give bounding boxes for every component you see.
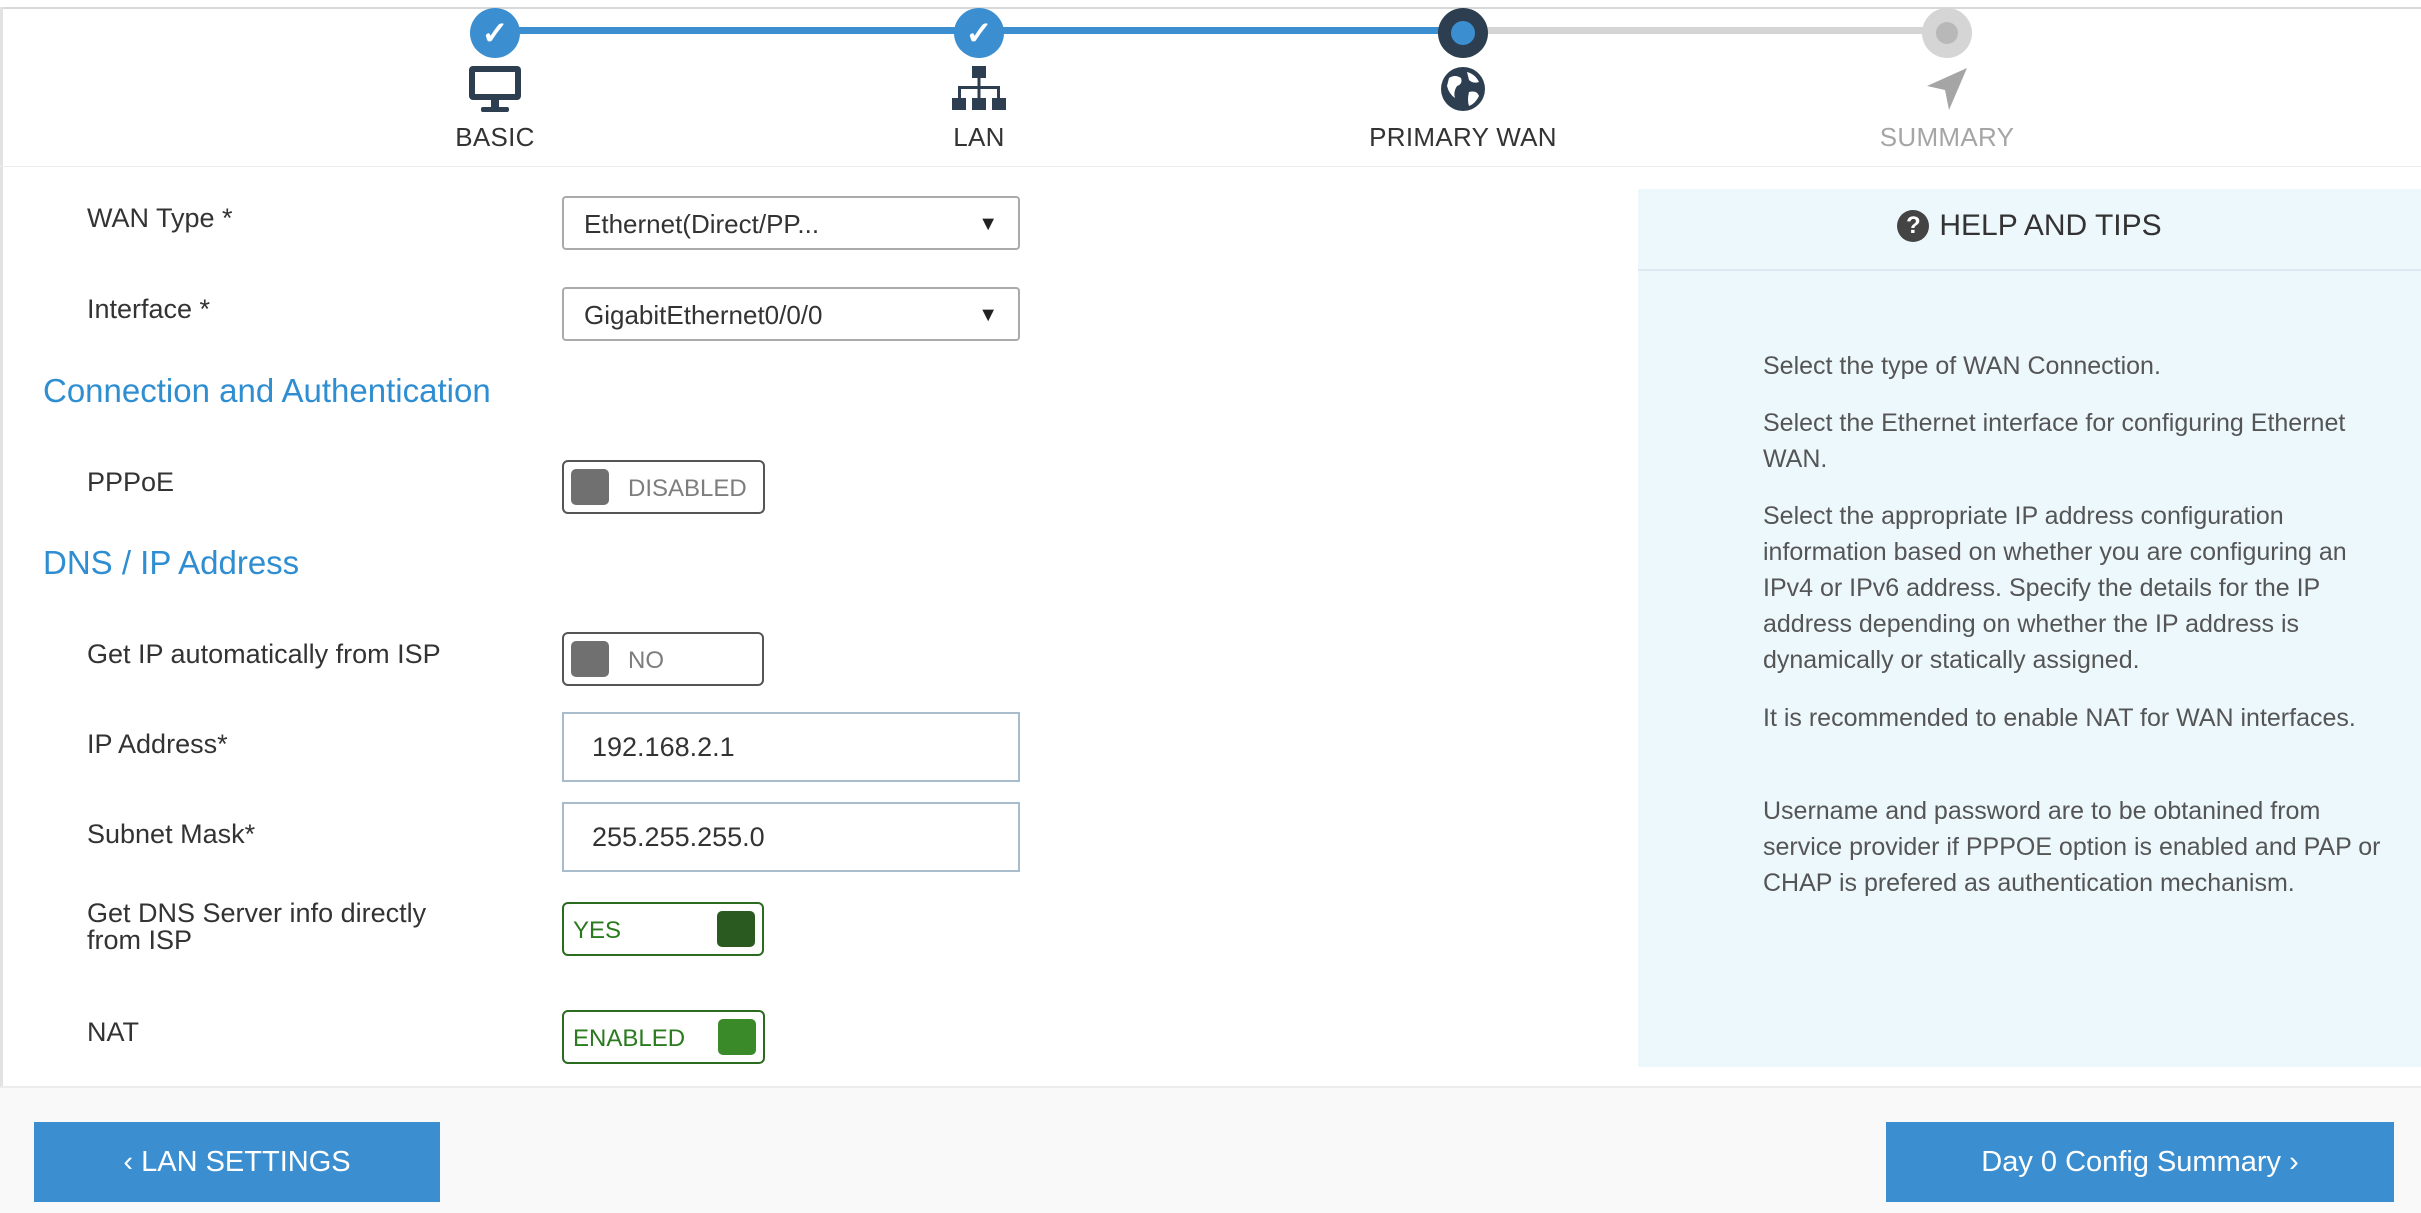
- toggle-knob: [571, 469, 609, 505]
- interface-value: GigabitEthernet0/0/0: [584, 300, 823, 330]
- stepper-divider: [0, 166, 2421, 167]
- network-icon: [952, 66, 1006, 110]
- day0-config-summary-button[interactable]: Day 0 Config Summary ›: [1886, 1122, 2394, 1202]
- toggle-knob: [718, 1019, 756, 1055]
- monitor-icon: [469, 66, 521, 112]
- nat-toggle-state: ENABLED: [573, 1025, 686, 1052]
- section-dns-ip-address: DNS / IP Address: [43, 544, 300, 581]
- nat-label: NAT: [87, 1017, 139, 1047]
- interface-label: Interface *: [87, 294, 211, 324]
- help-tip: Select the appropriate IP address config…: [1763, 502, 2347, 674]
- get-ip-auto-label: Get IP automatically from ISP: [87, 639, 441, 669]
- dropdown-arrow-icon: ▼: [978, 304, 998, 326]
- get-ip-auto-toggle-state: NO: [628, 647, 664, 674]
- wan-type-label: WAN Type *: [87, 203, 233, 233]
- question-circle-icon: ?: [1897, 210, 1930, 242]
- interface-select[interactable]: GigabitEthernet0/0/0 ▼: [562, 287, 1020, 341]
- dns-from-isp-label-line2: from ISP: [87, 925, 193, 955]
- help-title: HELP AND TIPS: [1939, 209, 2162, 242]
- subnet-mask-field-box: [562, 802, 1020, 872]
- dns-from-isp-label-line1: Get DNS Server info directly: [87, 898, 427, 928]
- step-summary[interactable]: SUMMARY: [1697, 0, 2197, 160]
- pppoe-label: PPPoE: [87, 467, 175, 497]
- ip-address-input[interactable]: [564, 714, 1018, 780]
- step-lan[interactable]: ✓ LAN: [729, 0, 1229, 160]
- help-tip: Select the type of WAN Connection.: [1763, 352, 2161, 380]
- left-border: [0, 7, 3, 1213]
- pppoe-toggle-state: DISABLED: [628, 475, 747, 502]
- step-done-check-icon: ✓: [470, 8, 520, 58]
- help-panel: ? HELP AND TIPS Select the type of WAN C…: [1638, 189, 2421, 1067]
- dns-from-isp-toggle-state: YES: [573, 917, 622, 944]
- wan-type-value: Ethernet(Direct/PP...: [584, 209, 820, 239]
- step-label-lan: LAN: [953, 122, 1005, 152]
- toggle-knob: [571, 641, 609, 677]
- toggle-knob: [717, 911, 755, 947]
- globe-icon: [1441, 67, 1485, 111]
- dns-from-isp-toggle[interactable]: YES: [562, 902, 764, 956]
- nat-toggle[interactable]: ENABLED: [562, 1010, 765, 1064]
- step-primary-wan[interactable]: PRIMARY WAN: [1213, 0, 1713, 160]
- help-tip: It is recommended to enable NAT for WAN …: [1763, 704, 2356, 732]
- wizard-stepper: ✓ BASIC ✓ LAN PRIMARY WAN SUMMARY: [0, 0, 2421, 168]
- dns-from-isp-label: Get DNS Server info directly from ISP: [87, 900, 426, 954]
- ip-address-label: IP Address*: [87, 729, 228, 759]
- step-active-indicator: [1438, 8, 1488, 58]
- pppoe-toggle[interactable]: DISABLED: [562, 460, 765, 514]
- navigation-arrow-icon: [1927, 68, 1967, 110]
- section-connection-authentication: Connection and Authentication: [43, 372, 491, 409]
- subnet-mask-label: Subnet Mask*: [87, 819, 256, 849]
- step-basic[interactable]: ✓ BASIC: [245, 0, 745, 160]
- step-label-summary: SUMMARY: [1879, 122, 2015, 152]
- ip-address-field-box: [562, 712, 1020, 782]
- step-pending-indicator: [1922, 8, 1972, 58]
- subnet-mask-input[interactable]: [564, 804, 1018, 870]
- help-tip: Select the Ethernet interface for config…: [1763, 409, 2346, 473]
- get-ip-auto-toggle[interactable]: NO: [562, 632, 764, 686]
- help-tip: Username and password are to be obtanine…: [1763, 797, 2381, 897]
- step-done-check-icon: ✓: [954, 8, 1004, 58]
- step-label-primary-wan: PRIMARY WAN: [1369, 122, 1557, 152]
- wan-type-select[interactable]: Ethernet(Direct/PP... ▼: [562, 196, 1020, 250]
- dropdown-arrow-icon: ▼: [978, 213, 998, 235]
- help-header: ? HELP AND TIPS: [1638, 189, 2421, 271]
- footer-bar: ‹ LAN SETTINGS Day 0 Config Summary ›: [0, 1086, 2421, 1213]
- step-label-basic: BASIC: [455, 122, 535, 152]
- lan-settings-back-button[interactable]: ‹ LAN SETTINGS: [34, 1122, 440, 1202]
